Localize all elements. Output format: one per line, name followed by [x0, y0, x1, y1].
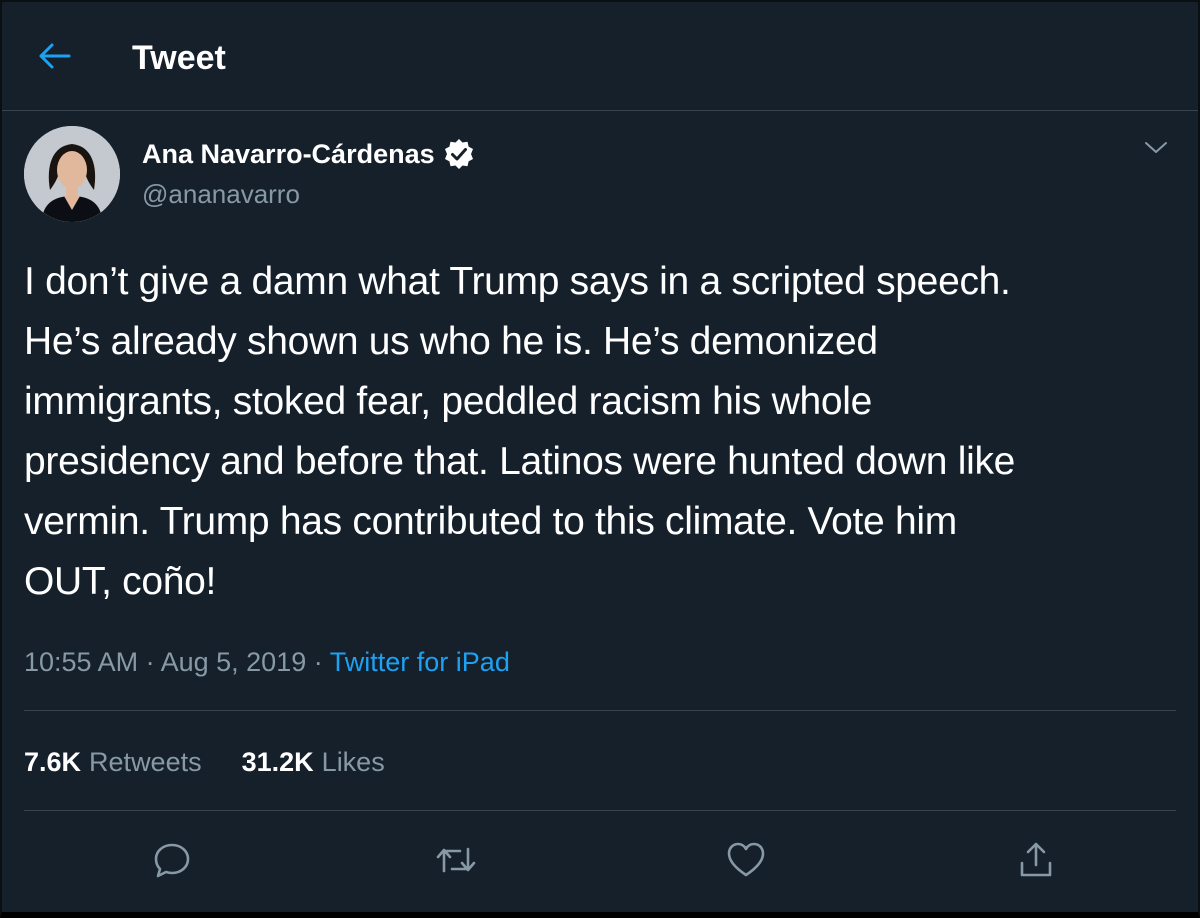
likes-stat[interactable]: 31.2K Likes [242, 742, 385, 782]
share-icon [1017, 841, 1055, 884]
retweets-stat[interactable]: 7.6K Retweets [24, 742, 202, 782]
tweet-detail-view: Tweet Ana Navarro-Cárdenas @ananavarro I [0, 0, 1200, 918]
back-button[interactable] [32, 36, 76, 80]
chevron-down-icon [1144, 140, 1168, 161]
like-button[interactable] [722, 838, 770, 886]
retweets-count: 7.6K [24, 747, 82, 777]
more-options-button[interactable] [1136, 134, 1176, 166]
tweet-stats: 7.6K Retweets 31.2K Likes [24, 742, 425, 782]
like-icon [726, 841, 766, 884]
retweet-button[interactable] [432, 838, 480, 886]
avatar[interactable] [24, 126, 120, 222]
profile-photo [24, 126, 120, 222]
arrow-left-icon [37, 41, 71, 76]
divider [24, 810, 1176, 811]
verified-badge-icon [443, 138, 475, 170]
reply-button[interactable] [148, 838, 196, 886]
tweet-date[interactable]: Aug 5, 2019 [161, 647, 307, 677]
likes-count: 31.2K [241, 747, 314, 777]
author-handle[interactable]: @ananavarro [142, 178, 300, 210]
author-name[interactable]: Ana Navarro-Cárdenas [142, 137, 475, 171]
meta-separator: · [313, 647, 323, 677]
author-name-text: Ana Navarro-Cárdenas [142, 139, 435, 169]
tweet-text: I don’t give a damn what Trump says in a… [24, 260, 1016, 603]
tweet-time[interactable]: 10:55 AM [24, 647, 138, 677]
tweet-source-link[interactable]: Twitter for iPad [330, 647, 510, 677]
divider [24, 710, 1176, 711]
meta-separator: · [145, 647, 155, 677]
action-bar [2, 832, 1198, 892]
reply-icon [153, 841, 191, 884]
share-button[interactable] [1012, 838, 1060, 886]
page-header: Tweet [2, 2, 1198, 111]
tweet-metadata: 10:55 AM · Aug 5, 2019 · Twitter for iPa… [24, 642, 510, 682]
retweet-icon [436, 841, 476, 884]
page-title: Tweet [132, 39, 226, 77]
likes-label: Likes [321, 747, 385, 777]
retweets-label: Retweets [89, 747, 202, 777]
